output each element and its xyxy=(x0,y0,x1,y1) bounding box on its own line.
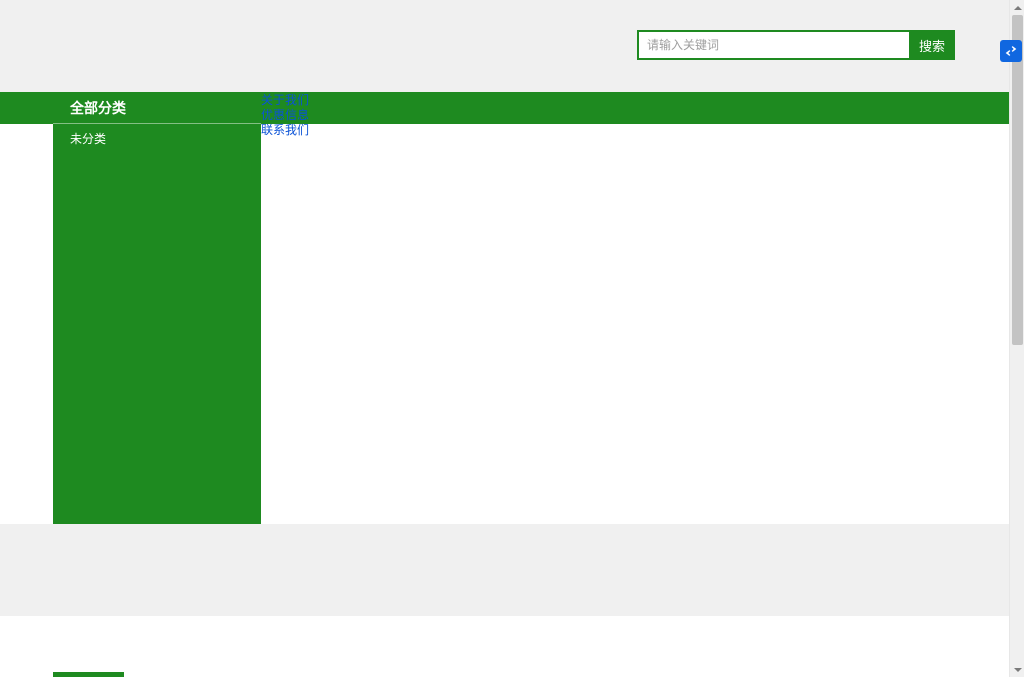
search-container: 搜索 xyxy=(637,30,955,60)
footer-band xyxy=(0,616,1009,677)
chevron-up-icon xyxy=(1014,6,1022,10)
nav-links: 关于我们 优惠信息 联系我们 xyxy=(261,93,309,138)
gap-strip xyxy=(0,524,1009,616)
sidebar-item-uncategorized[interactable]: 未分类 xyxy=(53,124,261,154)
chevron-down-icon xyxy=(1014,668,1022,672)
category-sidebar: 全部分类 未分类 xyxy=(53,92,261,524)
vertical-scrollbar[interactable] xyxy=(1009,0,1024,677)
swap-icon xyxy=(1003,43,1019,59)
page-viewport: 搜索 全部分类 未分类 关于我们 优惠信息 联系我们 xyxy=(0,0,1009,677)
scrollbar-up-button[interactable] xyxy=(1010,0,1024,15)
search-button[interactable]: 搜索 xyxy=(909,30,955,60)
scrollbar-down-button[interactable] xyxy=(1010,662,1024,677)
nav-link-about[interactable]: 关于我们 xyxy=(261,93,309,108)
scrollbar-track[interactable] xyxy=(1010,15,1024,662)
top-bar: 搜索 xyxy=(0,0,1009,92)
footer-accent-tab xyxy=(53,672,124,677)
scrollbar-thumb[interactable] xyxy=(1012,15,1023,345)
search-input[interactable] xyxy=(637,30,909,60)
nav-link-promo[interactable]: 优惠信息 xyxy=(261,108,309,123)
ime-switch-icon[interactable] xyxy=(1000,40,1022,62)
nav-link-contact[interactable]: 联系我们 xyxy=(261,123,309,138)
sidebar-header: 全部分类 xyxy=(53,92,261,124)
